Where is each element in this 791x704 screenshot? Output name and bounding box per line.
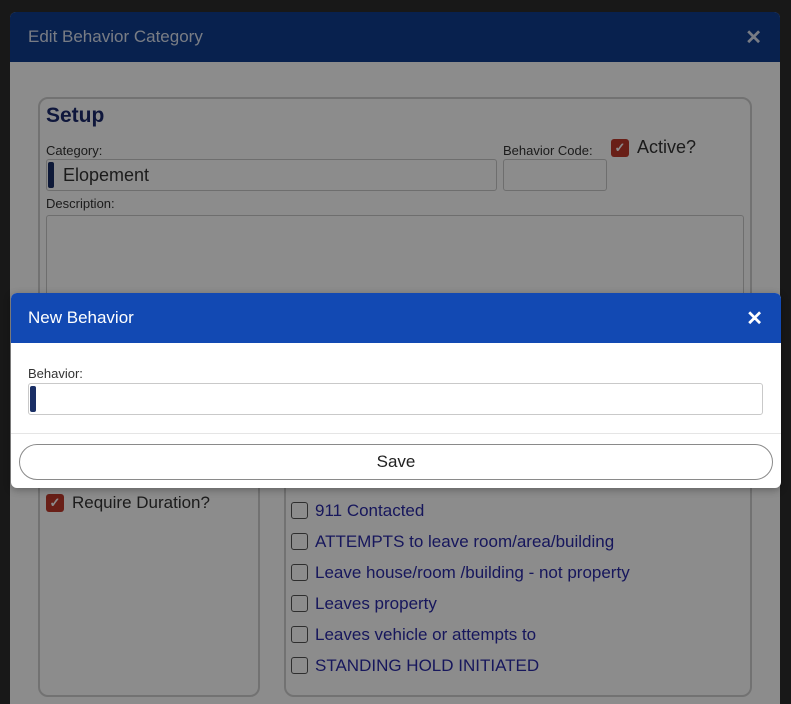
behavior-input[interactable]: [28, 383, 763, 415]
close-icon[interactable]: ✕: [746, 306, 763, 331]
new-behavior-dialog: New Behavior ✕ Behavior: Save: [11, 293, 781, 488]
divider: [11, 433, 781, 434]
new-behavior-header: New Behavior ✕: [11, 293, 781, 343]
behavior-label: Behavior:: [28, 366, 83, 381]
new-behavior-title: New Behavior: [28, 308, 134, 327]
save-button[interactable]: Save: [19, 444, 773, 480]
